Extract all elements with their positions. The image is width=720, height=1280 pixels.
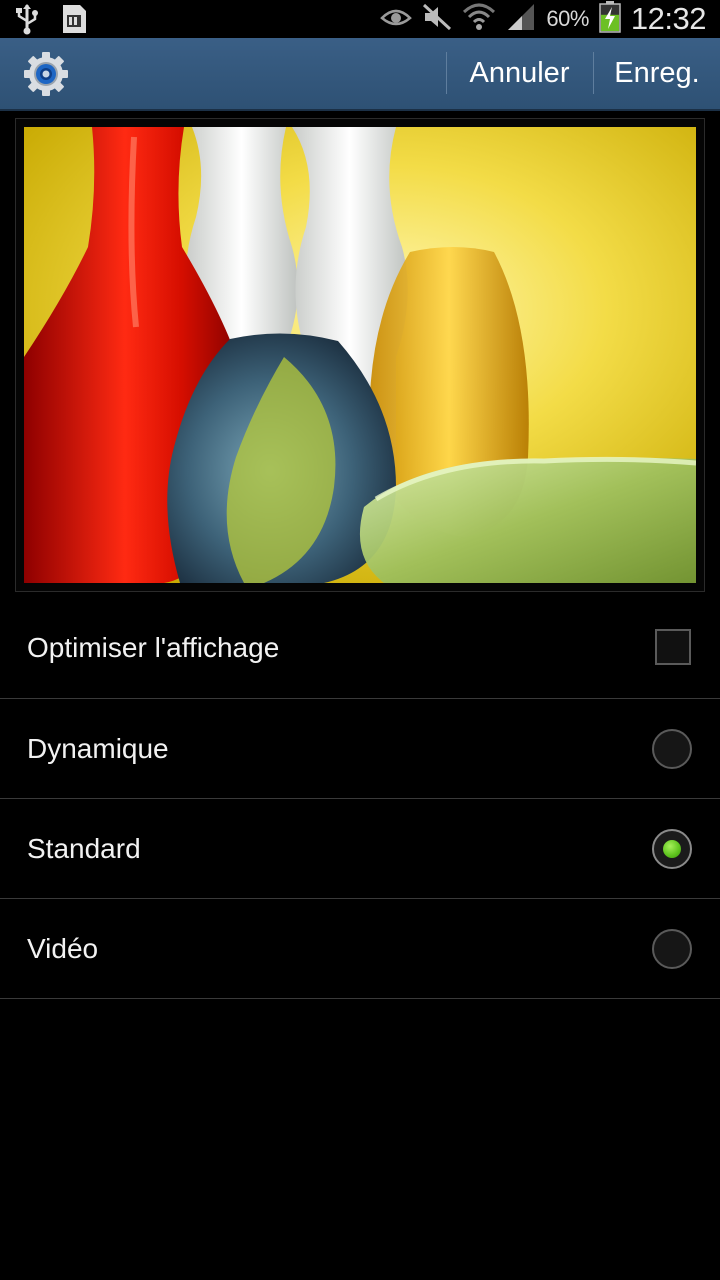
preview-frame	[15, 118, 705, 592]
battery-percent: 60%	[546, 6, 589, 31]
status-left-icons	[14, 3, 88, 40]
optimize-display-label: Optimiser l'affichage	[27, 632, 280, 663]
optimize-display-row[interactable]: Optimiser l'affichage	[0, 598, 720, 699]
cancel-button[interactable]: Annuler	[447, 38, 592, 109]
mode-row-video[interactable]: Vidéo	[0, 899, 720, 999]
mode-row-dynamic[interactable]: Dynamique	[0, 699, 720, 799]
sd-card-icon	[60, 3, 88, 40]
battery-charging-icon	[599, 0, 621, 38]
mute-icon	[422, 3, 452, 36]
mode-row-standard[interactable]: Standard	[0, 799, 720, 899]
usb-icon	[14, 3, 40, 40]
optimize-display-checkbox[interactable]	[655, 629, 691, 665]
mode-radio-standard[interactable]	[652, 829, 692, 869]
signal-icon	[506, 2, 536, 37]
display-mode-list: Optimiser l'affichage Dynamique Standard…	[0, 598, 720, 999]
radio-selected-dot	[663, 840, 681, 858]
clock: 12:32	[630, 1, 707, 36]
status-bar: 60% 12:32	[0, 0, 720, 38]
wifi-icon	[462, 2, 496, 37]
mode-radio-dynamic[interactable]	[652, 729, 692, 769]
save-button[interactable]: Enreg.	[594, 38, 720, 109]
eye-icon	[380, 6, 413, 33]
action-bar: Annuler Enreg.	[0, 38, 720, 111]
mode-label: Dynamique	[27, 732, 169, 764]
mode-radio-video[interactable]	[652, 929, 692, 969]
settings-gear-icon[interactable]	[22, 50, 70, 98]
mode-label: Vidéo	[27, 932, 99, 964]
preview-image	[24, 127, 696, 583]
status-right-icons: 60% 12:32	[380, 0, 707, 38]
mode-label: Standard	[27, 832, 141, 864]
